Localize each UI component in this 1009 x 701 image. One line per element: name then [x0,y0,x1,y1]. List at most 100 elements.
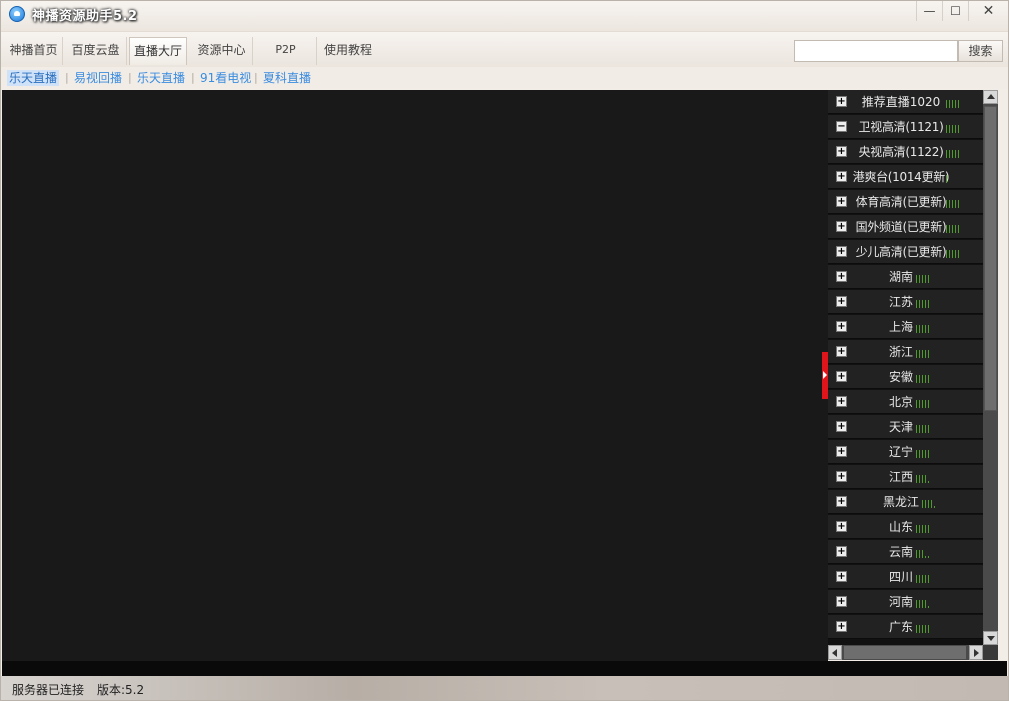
signal-strength-icon [916,275,929,283]
signal-strength-icon [916,300,929,308]
tab-home[interactable]: 神播首页 [5,37,63,65]
channel-list-hscrollbar[interactable] [828,645,983,660]
scroll-thumb[interactable] [984,106,997,411]
channel-group-item[interactable]: + 江西 [828,465,983,489]
channel-group-label: 四川 [888,570,913,584]
signal-strength-icon [916,475,929,483]
channel-group-item[interactable]: + 湖南 [828,265,983,289]
close-button[interactable]: ✕ [968,1,1008,21]
search-input[interactable] [794,40,958,62]
window-controls: — ☐ ✕ [916,1,1008,21]
subnav-separator: | [128,71,132,84]
scroll-right-arrow-icon[interactable] [969,645,983,660]
expand-icon[interactable]: + [836,521,847,532]
subnav-yishi-replay[interactable]: 易视回播 [74,70,122,86]
signal-strength-icon [916,575,929,583]
collapse-icon[interactable]: − [836,121,847,132]
tab-resource-center[interactable]: 资源中心 [191,37,253,65]
channel-group-item[interactable]: + 港爽台(1014更新) [828,165,983,189]
channel-group-item[interactable]: + 安徽 [828,365,983,389]
channel-group-item[interactable]: + 山东 [828,515,983,539]
expand-icon[interactable]: + [836,371,847,382]
channel-group-label: 广东 [888,620,913,634]
expand-icon[interactable]: + [836,571,847,582]
signal-strength-icon [916,325,929,333]
channel-group-item[interactable]: + 云南 [828,540,983,564]
expand-icon[interactable]: + [836,246,847,257]
channel-group-item[interactable]: + 江苏 [828,290,983,314]
expand-icon[interactable]: + [836,96,847,107]
search-button[interactable]: 搜索 [958,40,1003,62]
expand-icon[interactable]: + [836,421,847,432]
channel-group-label: 上海 [888,320,913,334]
expand-icon[interactable]: + [836,596,847,607]
channel-group-item[interactable]: − 卫视高清(1121) [828,115,983,139]
expand-icon[interactable]: + [836,321,847,332]
channel-group-item[interactable]: + 广东 [828,615,983,639]
channel-group-item[interactable]: + 河南 [828,590,983,614]
channel-group-item[interactable]: + 少儿高清(已更新) [828,240,983,264]
signal-strength-icon [946,200,959,208]
expand-icon[interactable]: + [836,146,847,157]
channel-group-item[interactable]: + 推荐直播1020 [828,90,983,114]
channel-group-item[interactable]: + 黑龙江 [828,490,983,514]
channel-group-item[interactable]: + 上海 [828,315,983,339]
expand-icon[interactable]: + [836,546,847,557]
subnav-letian-live-2[interactable]: 乐天直播 [137,70,185,86]
subnav-separator: | [254,71,258,84]
expand-icon[interactable]: + [836,196,847,207]
channel-group-item[interactable]: + 央视高清(1122) [828,140,983,164]
channel-group-label: 港爽台(1014更新) [852,170,950,184]
signal-strength-icon [946,150,959,158]
channel-group-label: 央视高清(1122) [858,145,944,159]
channel-group-label: 体育高清(已更新) [855,195,947,209]
expand-icon[interactable]: + [836,171,847,182]
tab-tutorial[interactable]: 使用教程 [319,37,377,65]
tab-live-hall[interactable]: 直播大厅 [129,37,187,65]
channel-group-item[interactable]: + 天津 [828,415,983,439]
tab-baidu-cloud[interactable]: 百度云盘 [65,37,127,65]
expand-icon[interactable]: + [836,446,847,457]
expand-icon[interactable]: + [836,296,847,307]
expand-icon[interactable]: + [836,471,847,482]
channel-group-item[interactable]: + 浙江 [828,340,983,364]
expand-icon[interactable]: + [836,221,847,232]
signal-strength-icon [916,350,929,358]
channel-group-label: 安徽 [888,370,913,384]
channel-group-item[interactable]: + 体育高清(已更新) [828,190,983,214]
minimize-button[interactable]: — [916,1,942,21]
signal-strength-icon [916,600,929,608]
expand-icon[interactable]: + [836,396,847,407]
channel-group-item[interactable]: + 四川 [828,565,983,589]
expand-icon[interactable]: + [836,621,847,632]
maximize-button[interactable]: ☐ [942,1,968,21]
subnav-91-tv[interactable]: 91看电视 [200,70,251,86]
subnav-letian-live[interactable]: 乐天直播 [7,70,60,86]
channel-group-item[interactable]: + 国外频道(已更新) [828,215,983,239]
title-bar[interactable]: 神播资源助手5.2 — ☐ ✕ [1,1,1008,31]
channel-group-label: 云南 [888,545,913,559]
channel-group-item[interactable]: + 辽宁 [828,440,983,464]
channel-group-label: 江西 [888,470,913,484]
subnav-xiake-live[interactable]: 夏科直播 [263,70,311,86]
subnav-separator: | [65,71,69,84]
signal-strength-icon [946,100,959,108]
close-icon: ✕ [982,3,995,19]
channel-group-label: 北京 [888,395,913,409]
expand-icon[interactable]: + [836,271,847,282]
channel-group-item[interactable]: + 北京 [828,390,983,414]
video-player[interactable] [2,90,828,661]
scroll-left-arrow-icon[interactable] [828,645,842,660]
tab-p2p[interactable]: P2P [255,37,317,65]
expand-icon[interactable]: + [836,346,847,357]
channel-list-vscrollbar[interactable] [983,90,998,645]
expand-icon[interactable]: + [836,496,847,507]
signal-strength-icon [946,250,959,258]
signal-strength-icon [916,625,929,633]
scroll-down-arrow-icon[interactable] [983,631,998,645]
channel-group-label: 湖南 [888,270,913,284]
channel-list: + 推荐直播1020 − 卫视高清(1121) + 央视高清(1122) + 港爽台(1014… [828,90,983,645]
scroll-up-arrow-icon[interactable] [983,90,998,104]
signal-strength-icon [916,375,929,383]
hscroll-thumb[interactable] [844,646,966,659]
